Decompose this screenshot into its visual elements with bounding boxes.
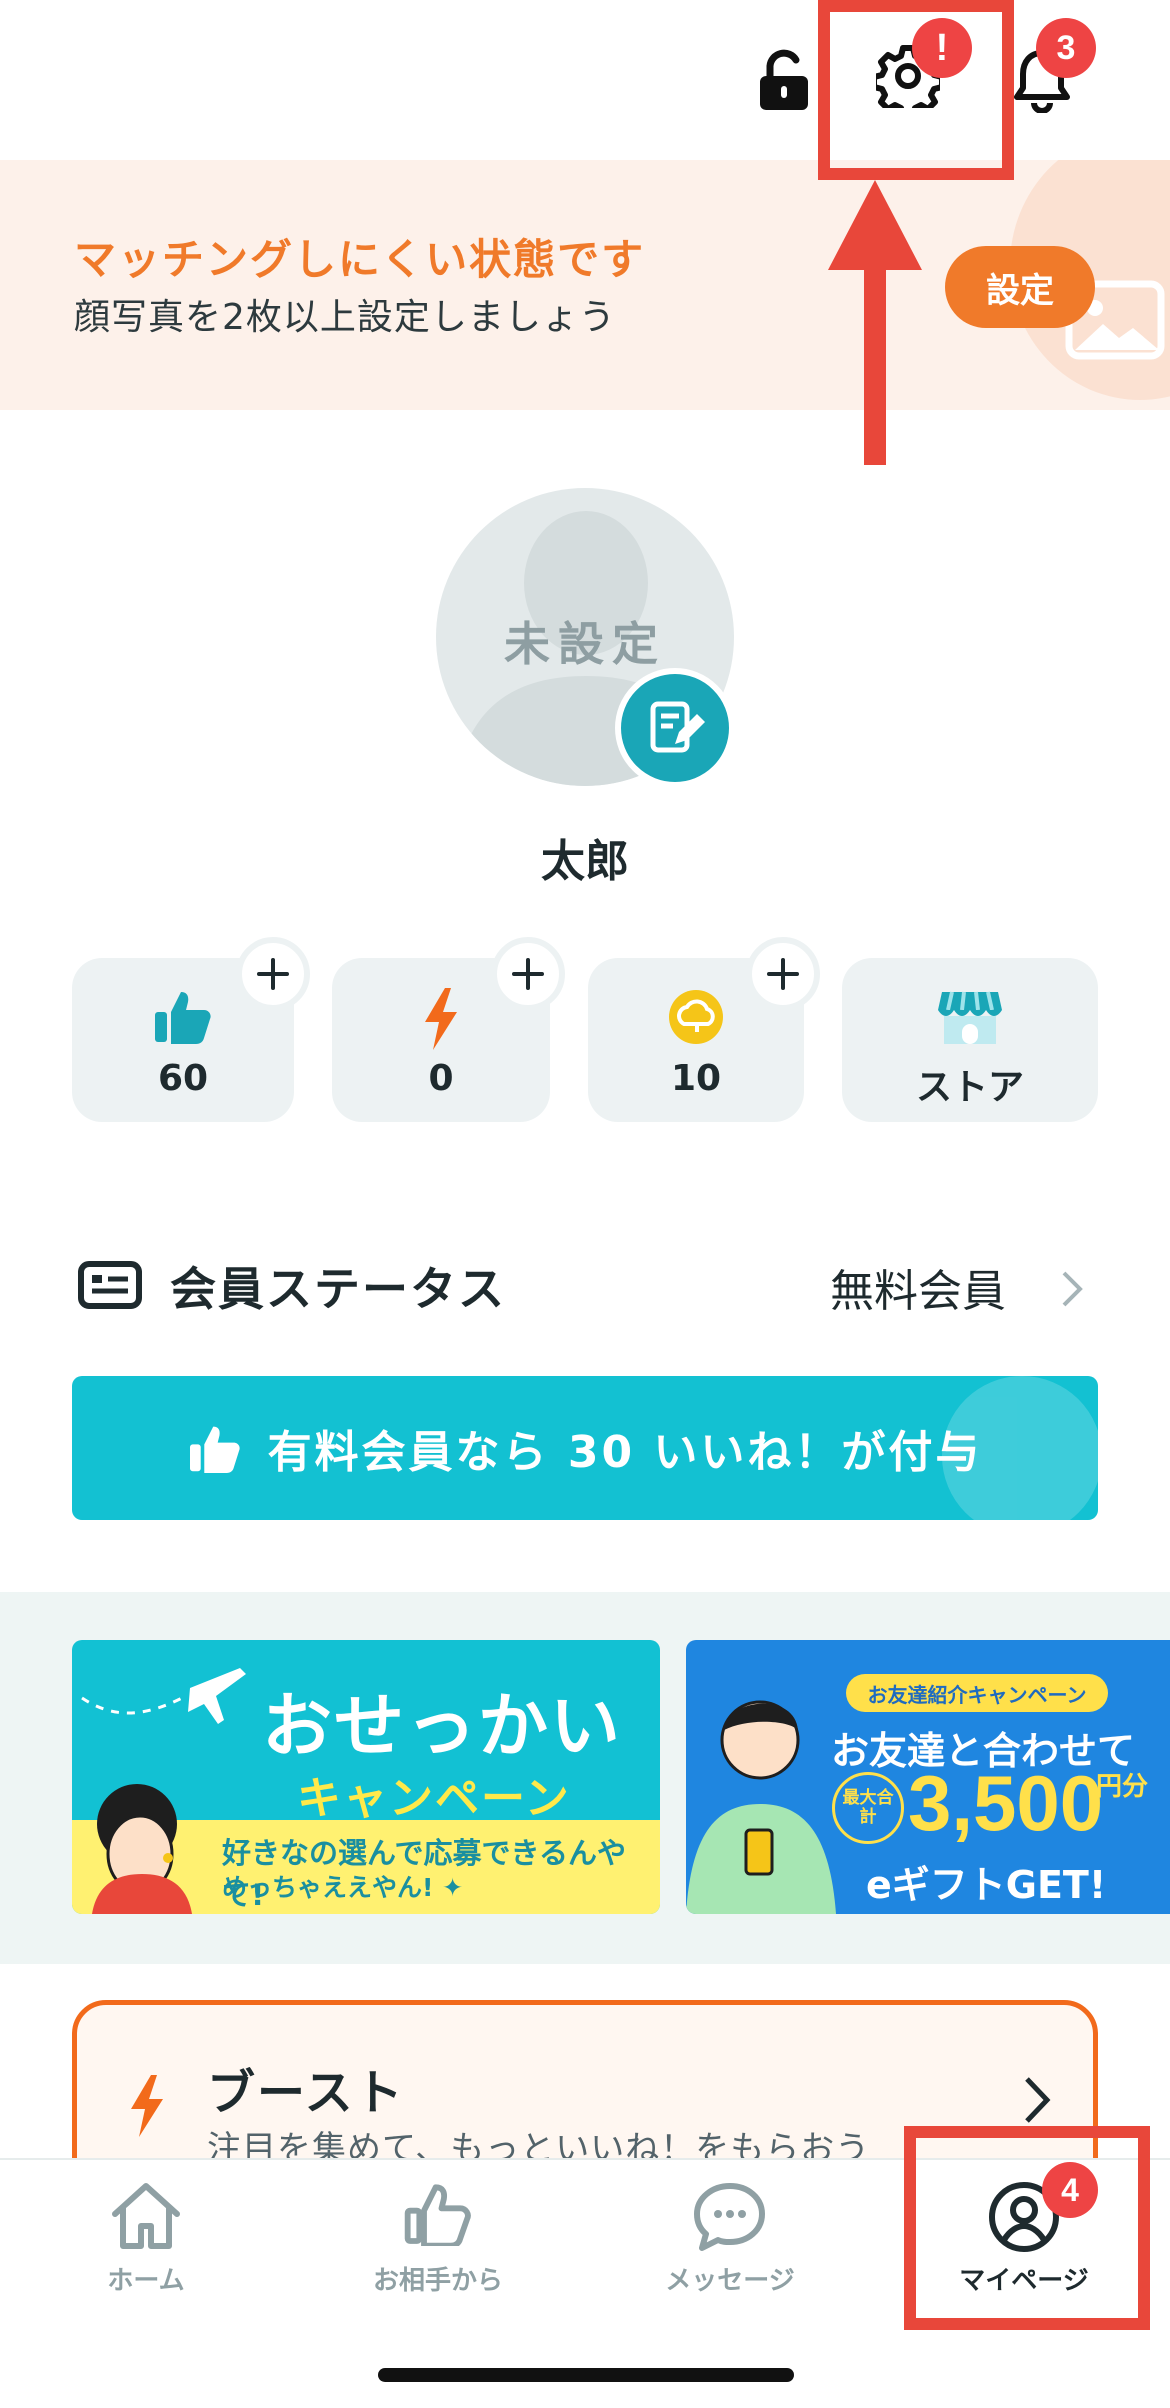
referral-campaign-line3: eギフトGET! (866, 1863, 1107, 1907)
paid-membership-cta-label: 有料会員なら 30 いいね！が付与 (267, 1427, 983, 1478)
coins-count: 10 (670, 1058, 722, 1099)
thumbs-up-icon (189, 1426, 240, 1473)
referral-campaign-banner[interactable]: お友達紹介キャンペーン お友達と合わせて 最大合計 3,500 円分 eギフトG… (686, 1640, 1170, 1914)
boost-title: ブースト (207, 2065, 405, 2121)
boost-count: 0 (428, 1058, 454, 1099)
mypage-highlight-box (904, 2126, 1150, 2330)
store-icon (938, 991, 1002, 1044)
membership-status-label: 会員ステータス (170, 1262, 506, 1316)
referral-campaign-unit: 円分 (1096, 1772, 1149, 1802)
woman-illustration-icon (92, 1784, 192, 1914)
banner-title: マッチングしにくい状態です (74, 235, 646, 284)
referral-campaign-amount: 3,500 (908, 1759, 1104, 1847)
add-coins-button[interactable] (746, 937, 820, 1011)
tab-likes-received-label: お相手から (372, 2266, 503, 2296)
edit-profile-button[interactable] (615, 668, 735, 788)
banner-settings-button[interactable]: 設定 (945, 246, 1095, 328)
notifications-badge: 3 (1036, 18, 1096, 78)
thumbs-up-icon (155, 992, 211, 1044)
plus-icon (257, 958, 289, 990)
membership-status-row[interactable]: 会員ステータス 無料会員 (74, 1245, 1096, 1325)
lightning-icon (131, 2075, 163, 2137)
man-with-phone-illustration-icon (686, 1700, 836, 1914)
airplane-icon (81, 1668, 246, 1724)
plus-icon (767, 958, 799, 990)
plus-icon (512, 958, 544, 990)
chevron-right-icon (1062, 1271, 1083, 1307)
add-likes-button[interactable] (236, 937, 310, 1011)
store-label: ストア (915, 1067, 1024, 1108)
edit-icon (650, 701, 705, 753)
id-card-icon (78, 1261, 142, 1309)
tab-home-label: ホーム (107, 2266, 185, 2296)
lock-icon (760, 49, 808, 110)
paid-membership-cta-button[interactable]: 有料会員なら 30 いいね！が付与 (72, 1376, 1098, 1520)
banner-subtitle: 顔写真を2枚以上設定しましょう (74, 297, 616, 338)
thumbs-up-icon (404, 2184, 471, 2246)
osekkai-campaign-subtitle: キャンペーン (297, 1773, 571, 1824)
coin-icon (669, 990, 723, 1044)
tab-messages-label: メッセージ (665, 2266, 795, 2296)
add-boost-button[interactable] (491, 937, 565, 1011)
osekkai-campaign-title: おせっかい (262, 1685, 622, 1767)
referral-campaign-chip: お友達紹介キャンペーン (846, 1674, 1108, 1712)
likes-count: 60 (157, 1058, 209, 1099)
osekkai-campaign-line2: めっちゃええやん! ✦ (222, 1873, 464, 1902)
matching-warning-banner: マッチングしにくい状態です 顔写真を2枚以上設定しましょう 設定 (0, 160, 1170, 410)
tab-likes-received[interactable]: お相手から (338, 2180, 538, 2300)
membership-status-value: 無料会員 (830, 1266, 1006, 1317)
referral-campaign-max-badge: 最大合計 (832, 1772, 904, 1844)
tab-messages[interactable]: メッセージ (630, 2180, 830, 2300)
avatar-placeholder-label: 未設定 (504, 617, 666, 671)
osekkai-campaign-banner[interactable]: おせっかい キャンペーン 好きなの選んで応募できるんやて! めっちゃええやん! … (72, 1640, 660, 1914)
store-card[interactable]: ストア (842, 958, 1098, 1122)
highlight-arrow-head-icon (828, 180, 922, 270)
chat-bubble-icon (694, 2183, 765, 2251)
home-indicator (378, 2368, 794, 2382)
tab-home[interactable]: ホーム (46, 2180, 246, 2300)
highlight-arrow-shaft (864, 250, 886, 465)
chevron-right-icon (1025, 2077, 1051, 2123)
settings-highlight-box (818, 0, 1014, 180)
lock-button[interactable] (752, 40, 816, 120)
lightning-icon (425, 988, 457, 1050)
home-icon (112, 2183, 180, 2249)
user-name: 太郎 (541, 836, 629, 887)
